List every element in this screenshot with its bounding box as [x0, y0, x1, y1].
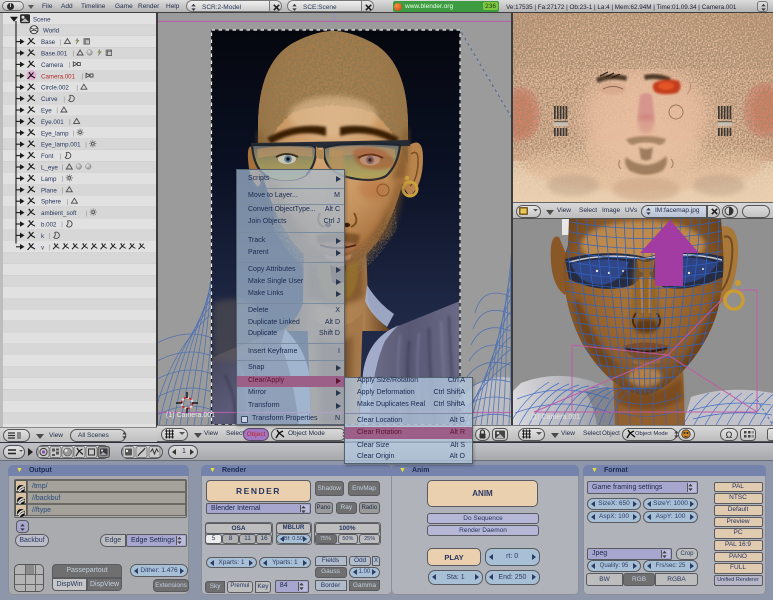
svg-text:Base: Base	[41, 39, 56, 46]
svg-text:Circle.002: Circle.002	[41, 85, 69, 92]
svg-text:Lamp: Lamp	[41, 176, 57, 183]
svg-text:Eye.001: Eye.001	[41, 119, 64, 126]
svg-text:L_eye: L_eye	[41, 165, 58, 172]
svg-text:Camera: Camera	[41, 62, 64, 69]
svg-text:Eye_lamp.001: Eye_lamp.001	[41, 142, 81, 149]
svg-text:(1) Camera.001: (1) Camera.001	[531, 414, 580, 421]
svg-text:Eye_lamp: Eye_lamp	[41, 130, 69, 137]
svg-text:Scene: Scene	[33, 16, 51, 23]
svg-text:Base.001: Base.001	[41, 51, 68, 58]
svg-text:b.002: b.002	[41, 222, 57, 229]
svg-text:Eye: Eye	[41, 108, 52, 115]
svg-text:ambient_soft: ambient_soft	[41, 210, 77, 217]
svg-text:Plane: Plane	[41, 187, 57, 194]
svg-text:(1) Camera.001: (1) Camera.001	[166, 412, 215, 419]
svg-text:Camera.001: Camera.001	[41, 73, 76, 80]
svg-text:Sphere: Sphere	[41, 199, 62, 206]
svg-text:Font: Font	[41, 153, 54, 160]
svg-text:Curve: Curve	[41, 96, 58, 103]
svg-text:World: World	[43, 28, 60, 35]
